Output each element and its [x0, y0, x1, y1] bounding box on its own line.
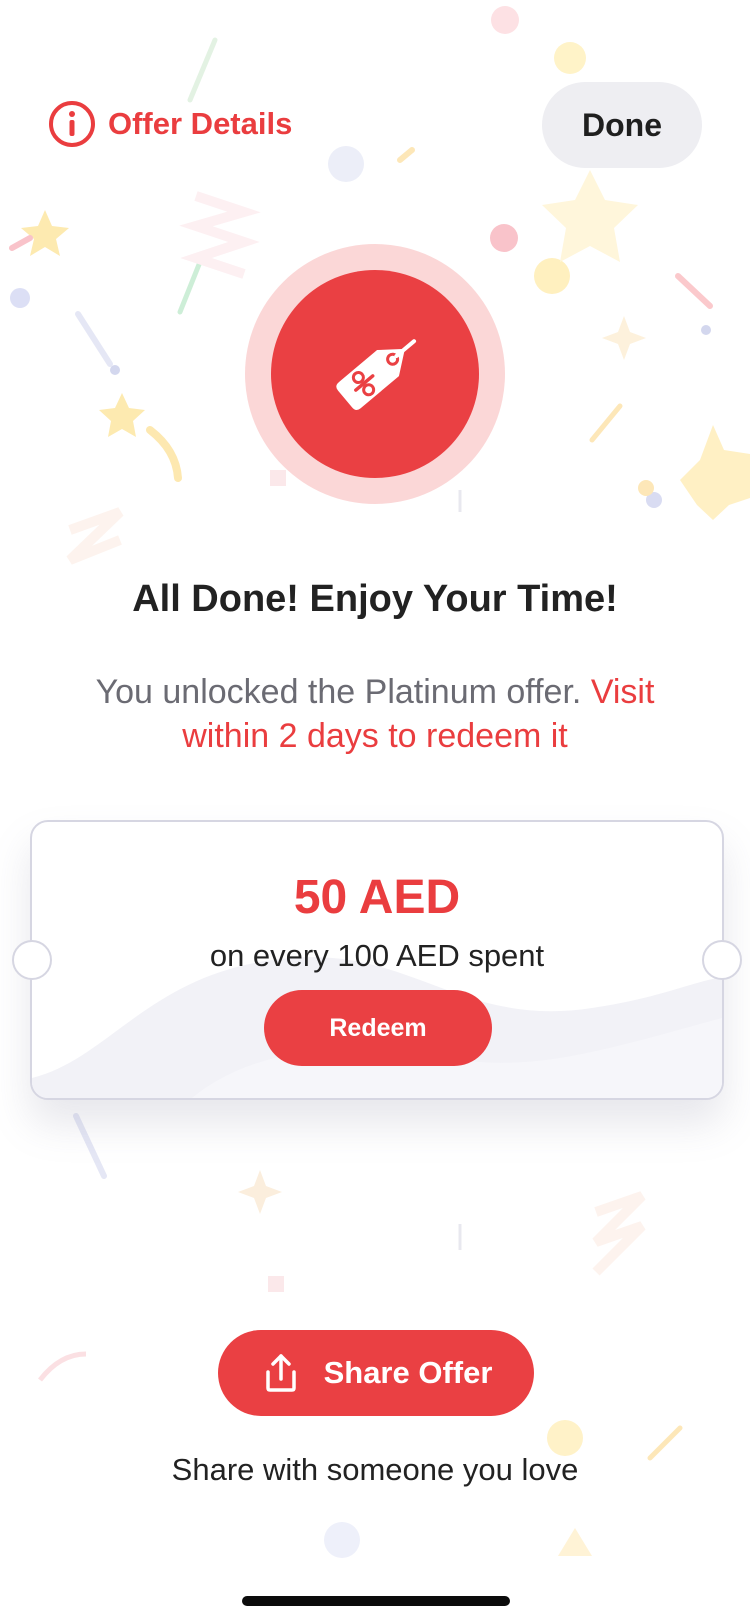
offer-amount: 50 AED [293, 871, 461, 924]
share-offer-label: Share Offer [323, 1355, 493, 1390]
share-offer-button[interactable]: Share Offer [218, 1330, 534, 1416]
ticket-notch-right [702, 940, 742, 980]
redeem-button[interactable]: Redeem [264, 990, 492, 1066]
top-bar: Offer Details Done [0, 80, 750, 168]
info-circle-icon [48, 100, 96, 148]
offer-message-text: You unlocked the Platinum offer. [95, 673, 582, 711]
share-upload-icon [260, 1352, 302, 1394]
home-indicator[interactable] [242, 1596, 510, 1606]
discount-tag-icon [320, 319, 430, 429]
offer-details-label: Offer Details [108, 106, 293, 141]
ticket-notch-left [12, 940, 52, 980]
offer-badge [245, 244, 505, 504]
share-caption: Share with someone you love [171, 1452, 579, 1487]
offer-badge-circle [271, 270, 479, 478]
offer-message: You unlocked the Platinum offer. Visit w… [60, 670, 690, 758]
offer-condition: on every 100 AED spent [209, 938, 545, 973]
offer-ticket-card: 50 AED on every 100 AED spent Redeem [30, 820, 724, 1100]
done-button[interactable]: Done [542, 82, 702, 168]
success-headline: All Done! Enjoy Your Time! [132, 578, 618, 620]
offer-details-link[interactable]: Offer Details [48, 100, 292, 148]
